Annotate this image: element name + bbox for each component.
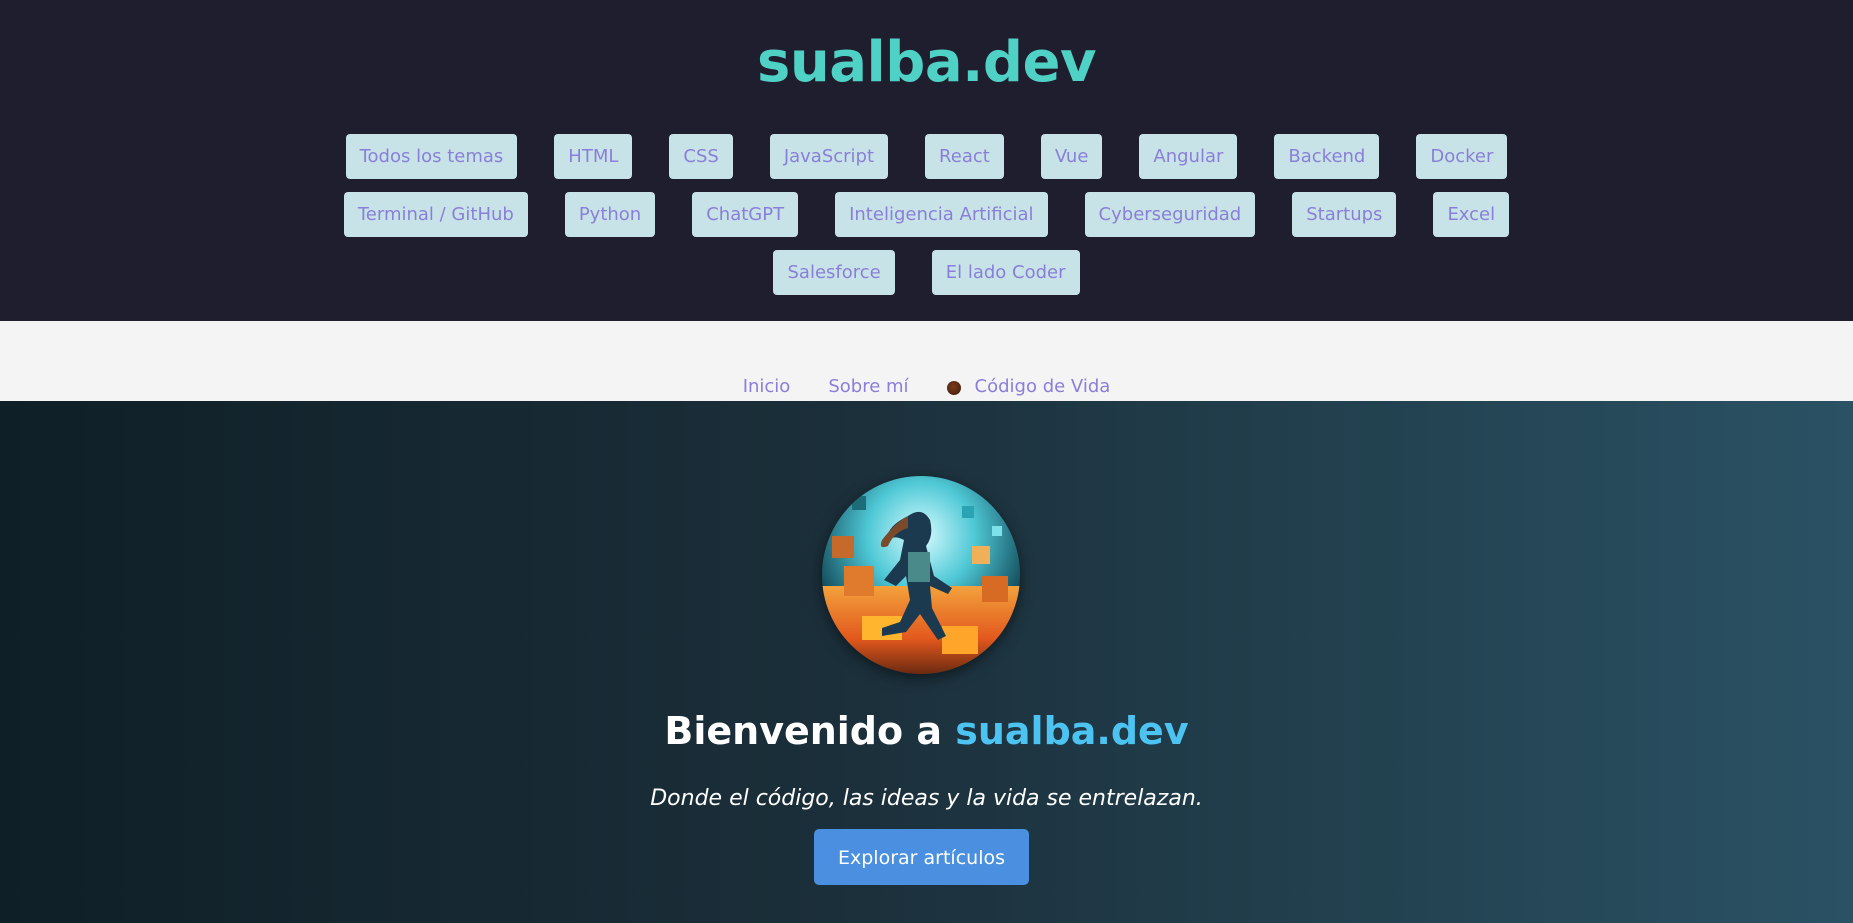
hero-subtitle: Donde el código, las ideas y la vida se … (650, 786, 1203, 811)
tag-excel[interactable]: Excel (1433, 192, 1510, 237)
nav-inicio[interactable]: Inicio (743, 376, 791, 398)
tag-react[interactable]: React (925, 134, 1004, 179)
nav-inicio-label: Inicio (742, 376, 791, 397)
hero-title: Bienvenido a sualba.dev (0, 707, 1853, 755)
tag-angular[interactable]: Angular (1139, 134, 1238, 179)
tag-vue[interactable]: Vue (1040, 134, 1103, 179)
hero-section: Bienvenido a sualba.dev Donde el código,… (0, 401, 1853, 923)
nav-codigo-de-vida-label: Código de Vida (974, 376, 1111, 397)
hero-title-prefix: Bienvenido a (664, 709, 956, 753)
tag-docker[interactable]: Docker (1416, 134, 1508, 179)
tag-todos-los-temas[interactable]: Todos los temas (345, 134, 518, 179)
tag-cyberseguridad[interactable]: Cyberseguridad (1084, 192, 1256, 237)
tag-css[interactable]: CSS (669, 134, 733, 179)
tag-terminal-github[interactable]: Terminal / GitHub (343, 192, 528, 237)
tag-python[interactable]: Python (564, 192, 656, 237)
avatar-illustration (822, 476, 1020, 674)
site-title[interactable]: sualba.dev (0, 22, 1853, 104)
tag-startups[interactable]: Startups (1292, 192, 1397, 237)
nav-sobre-mi-label: Sobre mí (828, 376, 909, 397)
tag-javascript[interactable]: JavaScript (769, 134, 889, 179)
tag-backend[interactable]: Backend (1274, 134, 1380, 179)
nav-sobre-mi[interactable]: Sobre mí (828, 376, 908, 398)
explore-articles-button[interactable]: Explorar artículos (814, 829, 1029, 885)
nav-codigo-de-vida[interactable]: Código de Vida (946, 376, 1111, 398)
hero-title-brand: sualba.dev (955, 709, 1189, 753)
main-nav: Inicio Sobre mí Código de Vida (0, 321, 1853, 401)
site-header: sualba.dev Todos los temas HTML CSS Java… (0, 0, 1853, 321)
tag-salesforce[interactable]: Salesforce (773, 250, 895, 295)
avatar (822, 476, 1020, 674)
tag-html[interactable]: HTML (554, 134, 633, 179)
topic-tags: Todos los temas HTML CSS JavaScript Reac… (307, 134, 1547, 295)
tag-el-lado-coder[interactable]: El lado Coder (931, 250, 1080, 295)
tag-chatgpt[interactable]: ChatGPT (692, 192, 799, 237)
coffee-icon (946, 381, 961, 395)
tag-inteligencia-artificial[interactable]: Inteligencia Artificial (835, 192, 1048, 237)
